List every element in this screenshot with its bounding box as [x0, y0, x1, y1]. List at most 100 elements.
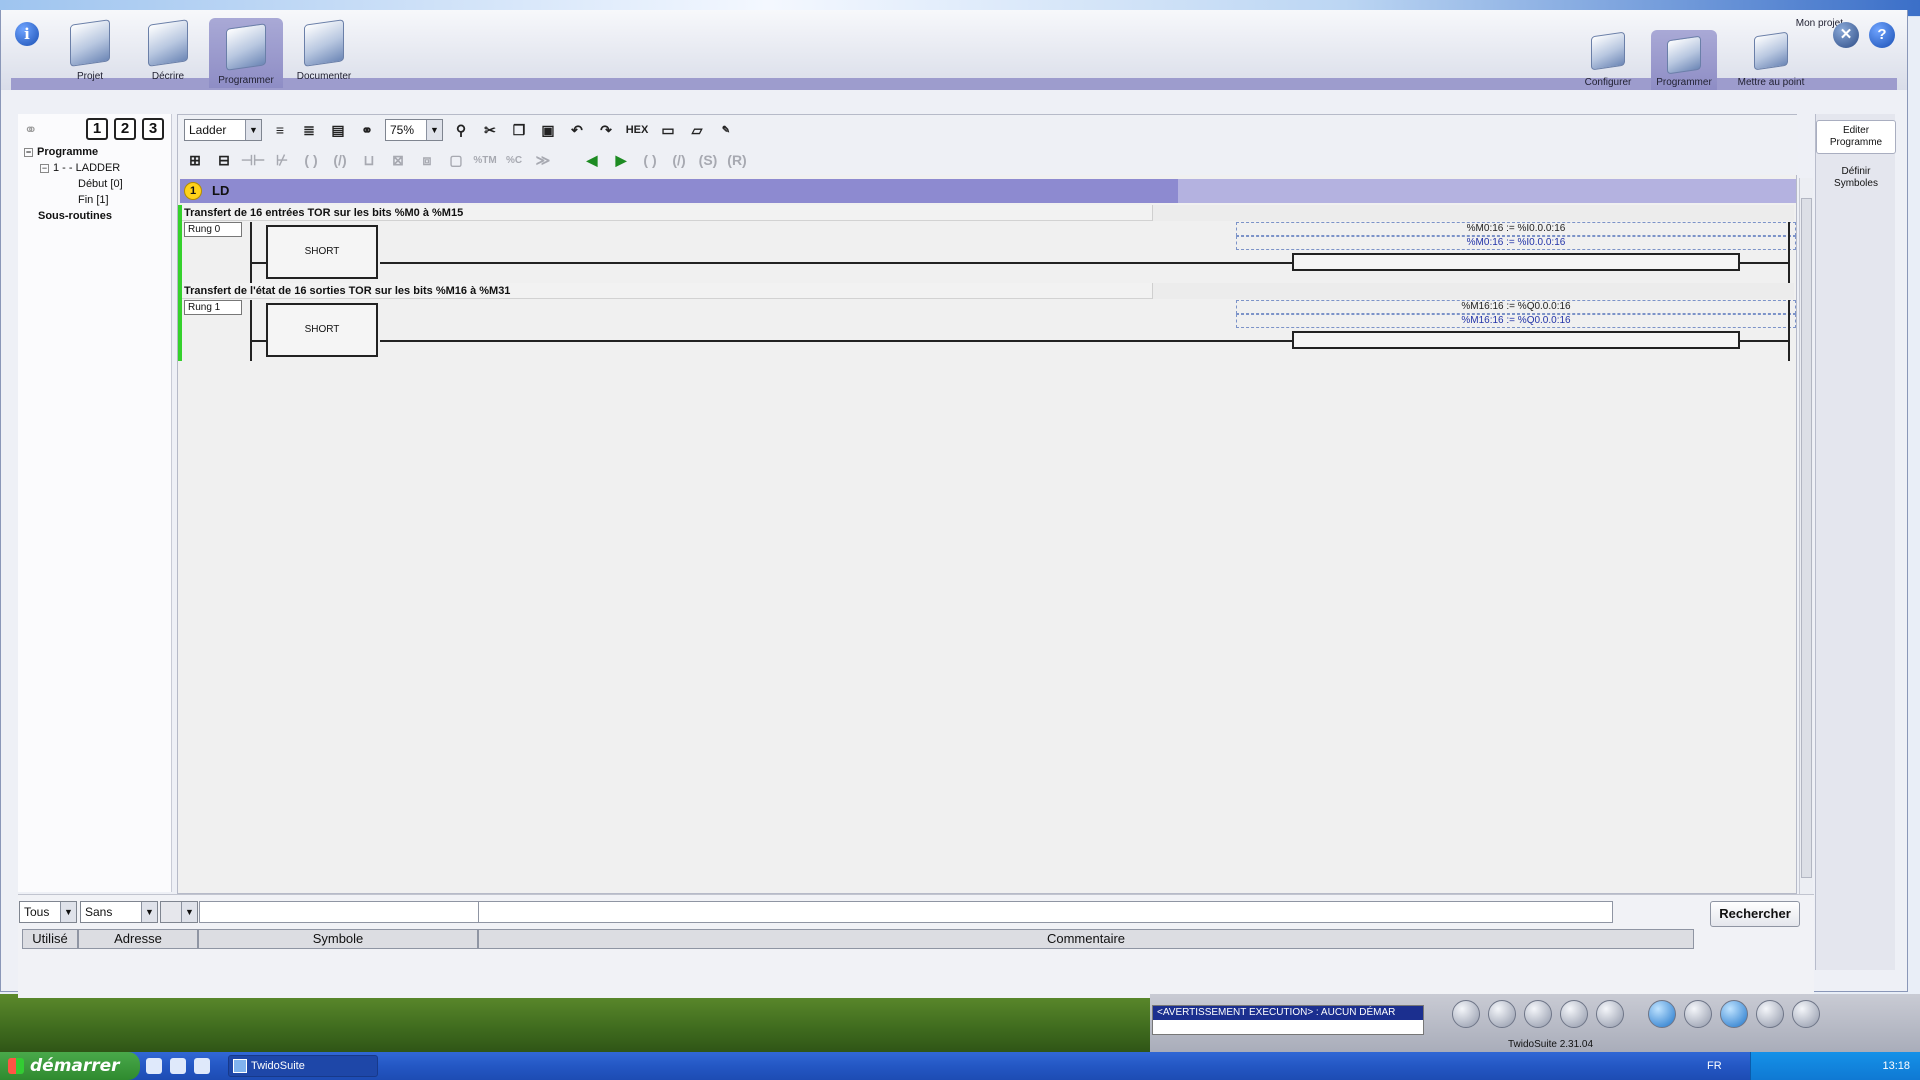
undo-icon[interactable]: ↶ — [566, 119, 588, 141]
rung[interactable]: Transfert de l'état de 16 sorties TOR su… — [182, 283, 1796, 361]
search-input[interactable] — [199, 901, 1613, 923]
type-filter-select[interactable]: Sans ▼ — [80, 901, 158, 923]
taskbar-app-twidosuite[interactable]: TwidoSuite — [228, 1055, 378, 1077]
edit-program-button[interactable]: Editer Programme — [1816, 120, 1896, 154]
paste-icon[interactable]: ▣ — [537, 119, 559, 141]
operation-block[interactable] — [1292, 331, 1740, 349]
rung-comment-icon[interactable]: ▱ — [686, 119, 708, 141]
taskbar: démarrer TwidoSuite FR 13:18 — [0, 1052, 1920, 1080]
transfer-icon[interactable] — [1720, 1000, 1748, 1028]
comment-icon[interactable]: ▭ — [657, 119, 679, 141]
insert-subroutine-icon[interactable]: ▤ — [327, 119, 349, 141]
step-documenter-button[interactable]: Documenter — [287, 14, 361, 84]
stop-icon[interactable] — [1792, 1000, 1820, 1028]
section-header[interactable]: 1 LD — [180, 179, 1796, 203]
insert-section-icon[interactable]: ≣ — [298, 119, 320, 141]
taskbar-app-label: TwidoSuite — [251, 1060, 305, 1072]
info-icon[interactable]: i — [15, 22, 39, 46]
redo-icon[interactable]: ↷ — [595, 119, 617, 141]
delete-branch-icon[interactable]: ⊠ — [387, 149, 409, 171]
forward-icon[interactable] — [1488, 1000, 1516, 1028]
substep-mettre-au-point-button[interactable]: Mettre au point — [1731, 26, 1811, 90]
hex-toggle[interactable]: HEX — [624, 119, 650, 141]
chevron-down-icon: ▼ — [60, 902, 76, 922]
substep-configurer-button[interactable]: Configurer — [1571, 26, 1645, 90]
column-header-utilise[interactable]: Utilisé — [22, 929, 78, 949]
branch-icon[interactable]: ⊔ — [358, 149, 380, 171]
short-block[interactable]: SHORT — [266, 225, 378, 279]
step-programmer-button[interactable]: Programmer — [209, 18, 283, 88]
language-select[interactable]: Ladder ▼ — [184, 119, 262, 141]
collapse-icon[interactable]: − — [40, 163, 49, 173]
tree-item-programme[interactable]: − Programme — [24, 144, 123, 160]
settings-icon[interactable] — [1684, 1000, 1712, 1028]
step-decrire-button[interactable]: Décrire — [131, 14, 205, 84]
contact-no-icon[interactable]: ⊣⊢ — [241, 149, 265, 171]
usage-filter-select[interactable]: Tous ▼ — [19, 901, 77, 923]
counter-icon[interactable]: %C — [503, 149, 525, 171]
collapse-icon[interactable]: − — [24, 147, 33, 157]
more-icon[interactable]: ≫ — [532, 149, 554, 171]
coil-set-icon[interactable]: ( ) — [639, 149, 661, 171]
coil-reset-negated-icon[interactable]: (/) — [668, 149, 690, 171]
program-tree: − Programme −1 - - LADDER Début [0] Fin [… — [24, 144, 123, 224]
tree-item-fin[interactable]: Fin [1] — [24, 192, 123, 208]
column-header-adresse[interactable]: Adresse — [78, 929, 198, 949]
insert-rung-above-icon[interactable]: ⊞ — [184, 149, 206, 171]
copy-icon[interactable]: ❐ — [508, 119, 530, 141]
arrow-left-icon[interactable]: ◀ — [581, 149, 603, 171]
ie-icon[interactable] — [146, 1058, 162, 1074]
coil-negated-icon[interactable]: (/) — [329, 149, 351, 171]
search-button[interactable]: Rechercher — [1710, 901, 1800, 927]
insert-rung-icon[interactable]: ≡ — [269, 119, 291, 141]
run-icon[interactable] — [1756, 1000, 1784, 1028]
column-header-commentaire[interactable]: Commentaire — [478, 929, 1694, 949]
view-3-button[interactable]: 3 — [142, 118, 164, 140]
programmer-icon — [226, 23, 266, 71]
zoom-select[interactable]: 75% ▼ — [385, 119, 443, 141]
save-icon[interactable] — [1524, 1000, 1552, 1028]
symbols-icon[interactable] — [1596, 1000, 1624, 1028]
tree-item-ladder[interactable]: −1 - - LADDER — [24, 160, 123, 176]
column-header-symbole[interactable]: Symbole — [198, 929, 478, 949]
view-2-button[interactable]: 2 — [114, 118, 136, 140]
start-button[interactable]: démarrer — [0, 1052, 140, 1080]
rung[interactable]: Transfert de 16 entrées TOR sur les bits… — [182, 205, 1796, 283]
view-1-button[interactable]: 1 — [86, 118, 108, 140]
coil-icon[interactable]: ( ) — [300, 149, 322, 171]
analyze-icon[interactable] — [1560, 1000, 1588, 1028]
language-indicator[interactable]: FR — [1707, 1052, 1722, 1080]
editor-scrollbar[interactable] — [1799, 178, 1813, 894]
rung-comment[interactable]: Transfert de l'état de 16 sorties TOR su… — [182, 283, 1794, 299]
operation-block[interactable] — [1292, 253, 1740, 271]
define-symbols-button[interactable]: Définir Symboles — [1816, 166, 1896, 196]
tools-icon[interactable]: ✕ — [1833, 22, 1859, 48]
contact-nc-icon[interactable]: ⊬ — [271, 149, 293, 171]
step-projet-button[interactable]: Projet — [53, 14, 127, 84]
insert-rung-below-icon[interactable]: ⊟ — [213, 149, 235, 171]
spellcheck-icon[interactable]: ✎ — [715, 119, 737, 141]
tree-item-sous-routines[interactable]: Sous-routines — [24, 208, 123, 224]
tree-item-debut[interactable]: Début [0] — [24, 176, 123, 192]
compare-block-icon[interactable]: ⧈ — [416, 149, 438, 171]
link-icon[interactable]: ⚭ — [24, 120, 37, 140]
timer-icon[interactable]: %TM — [473, 149, 496, 171]
arrow-right-icon[interactable]: ▶ — [610, 149, 632, 171]
explorer-icon[interactable] — [170, 1058, 186, 1074]
help-icon[interactable]: ? — [1869, 22, 1895, 48]
extra-filter-select[interactable]: ▼ — [160, 901, 198, 923]
coil-s-icon[interactable]: (S) — [697, 149, 719, 171]
scrollbar-thumb[interactable] — [1801, 198, 1812, 878]
link-tool-icon[interactable]: ⚭ — [356, 119, 378, 141]
connect-icon[interactable] — [1648, 1000, 1676, 1028]
back-icon[interactable] — [1452, 1000, 1480, 1028]
substep-programmer-button[interactable]: Programmer — [1651, 30, 1717, 90]
rung-comment[interactable]: Transfert de 16 entrées TOR sur les bits… — [182, 205, 1794, 221]
short-block[interactable]: SHORT — [266, 303, 378, 357]
project-name: Mon projet — [1795, 18, 1843, 29]
coil-r-icon[interactable]: (R) — [726, 149, 748, 171]
operation-block-icon[interactable]: ▢ — [445, 149, 467, 171]
browser-icon[interactable] — [194, 1058, 210, 1074]
cut-icon[interactable]: ✂ — [479, 119, 501, 141]
find-icon[interactable]: ⚲ — [450, 119, 472, 141]
